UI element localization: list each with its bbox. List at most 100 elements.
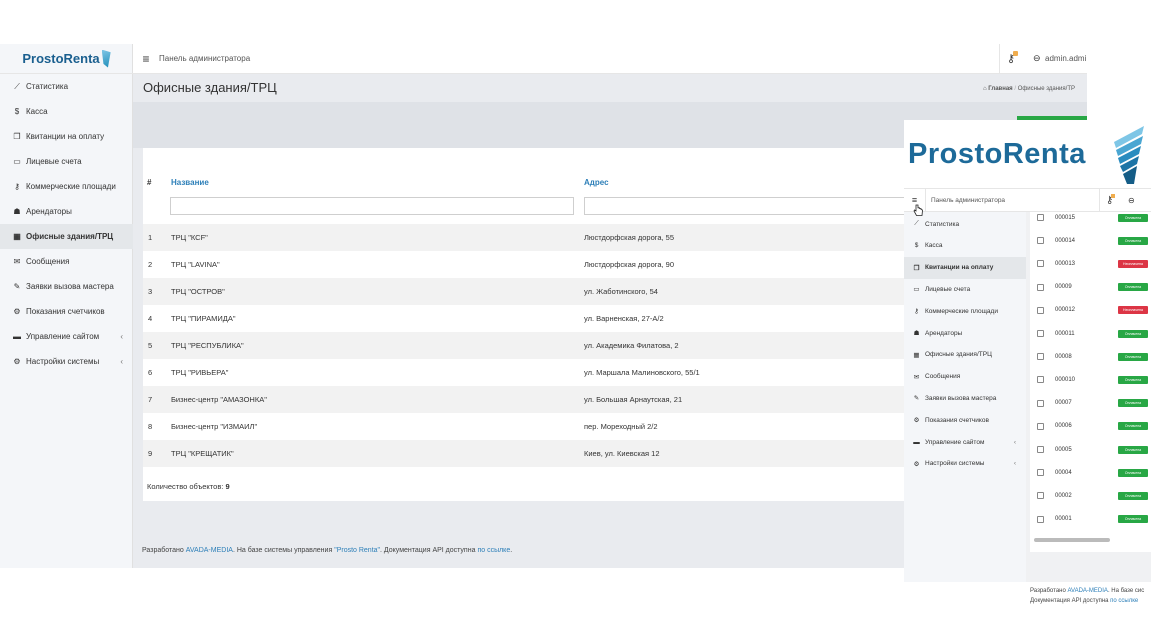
row-checkbox[interactable] <box>1037 399 1044 407</box>
sidebar-item-9[interactable]: ⚙ Показания счетчиков <box>0 299 133 324</box>
sidebar-item-3[interactable]: ▭ Лицевые счета <box>0 149 133 174</box>
sidebar-item-1[interactable]: $ Касса <box>0 99 133 124</box>
receipt-row[interactable]: 000013 Неоплачена <box>1030 252 1151 275</box>
count-label: Количество объектов: <box>147 482 224 491</box>
row-checkbox[interactable] <box>1037 260 1044 268</box>
receipt-row[interactable]: 000014 Оплачена <box>1030 229 1151 252</box>
status-badge: Неоплачена <box>1118 306 1148 315</box>
header-name[interactable]: Название <box>171 178 209 187</box>
receipt-row[interactable]: 000015 Оплачена <box>1030 206 1151 229</box>
row-checkbox[interactable] <box>1037 469 1044 477</box>
users-icon: ☗ <box>13 207 21 216</box>
overlay-sidebar-item-7[interactable]: ✉ Сообщения <box>904 366 1026 388</box>
receipt-row[interactable]: 00005 Оплачена <box>1030 438 1151 461</box>
overlay-topbar-title: Панель администратора <box>931 196 1006 204</box>
logo[interactable]: ProstoRenta <box>0 44 133 74</box>
overlay-user-icon[interactable]: ⊖ <box>1128 196 1135 205</box>
row-checkbox[interactable] <box>1037 353 1044 361</box>
overlay-sidebar-item-10[interactable]: ▬ Управление сайтом ‹ <box>904 431 1026 453</box>
cogs-icon: ⚙ <box>13 357 21 366</box>
sidebar-item-2[interactable]: ❐ Квитанции на оплату <box>0 124 133 149</box>
overlay-sidebar-item-4[interactable]: ⚷ Коммерческие площади <box>904 300 1026 322</box>
menu-toggle-icon[interactable]: ≡ <box>133 52 159 66</box>
sidebar-item-11[interactable]: ⚙ Настройки системы ‹ <box>0 349 133 374</box>
name-filter-input[interactable] <box>170 197 574 215</box>
row-name: ТРЦ "КСF" <box>171 233 208 242</box>
dollar-icon: $ <box>914 242 919 250</box>
row-checkbox[interactable] <box>1037 330 1044 337</box>
row-checkbox[interactable] <box>1037 214 1044 221</box>
row-checkbox[interactable] <box>1037 237 1044 245</box>
row-num: 1 <box>148 233 153 242</box>
overlay-sidebar-item-3[interactable]: ▭ Лицевые счета <box>904 278 1026 300</box>
receipt-row[interactable]: 000011 Оплачена <box>1030 322 1151 345</box>
overlay-sidebar-item-8[interactable]: ✎ Заявки вызова мастера <box>904 387 1026 409</box>
overlay-sidebar-item-9[interactable]: ⚙ Показания счетчиков <box>904 409 1026 431</box>
receipt-row[interactable]: 00002 Оплачена <box>1030 484 1151 507</box>
row-num: 6 <box>148 368 153 377</box>
overlay-sidebar-item-label: Арендаторы <box>925 329 963 337</box>
receipt-row[interactable]: 00008 Оплачена <box>1030 345 1151 368</box>
breadcrumb-current: Офисные здания/ТР <box>1017 86 1075 92</box>
row-checkbox[interactable] <box>1037 422 1044 430</box>
receipt-row[interactable]: 000010 Оплачена <box>1030 368 1151 391</box>
receipt-number: 000013 <box>1055 260 1076 267</box>
receipt-row[interactable]: 00004 Оплачена <box>1030 461 1151 484</box>
overlay-footer: Разработано AVADA-MEDIA. На базе сис Док… <box>1026 582 1151 610</box>
key-icon: ⚷ <box>914 308 919 316</box>
footer-api-link[interactable]: по ссылке <box>477 547 510 554</box>
footer-product-link[interactable]: "Prosto Renta" <box>334 547 380 554</box>
row-num: 7 <box>148 395 153 404</box>
row-name: ТРЦ "ПИРАМИДА" <box>171 314 236 323</box>
overlay-footer-dev-link[interactable]: AVADA-MEDIA <box>1067 588 1107 594</box>
breadcrumb-home[interactable]: Главная <box>988 86 1012 92</box>
overlay-footer-prefix: Разработано <box>1030 588 1066 594</box>
id-card-icon: ▭ <box>13 157 21 166</box>
receipt-row[interactable]: 00006 Оплачена <box>1030 415 1151 438</box>
user-name[interactable]: admin.admi <box>1045 54 1086 63</box>
footer-dev-link[interactable]: AVADA-MEDIA <box>186 547 233 554</box>
overlay-footer-api-link[interactable]: по ссылке <box>1110 598 1138 604</box>
header-num: # <box>147 178 152 187</box>
status-badge: Оплачена <box>1118 445 1148 454</box>
receipt-row[interactable]: 00001 Оплачена <box>1030 508 1151 531</box>
sidebar-item-7[interactable]: ✉ Сообщения <box>0 249 133 274</box>
footer-middle: . На базе системы управления <box>232 547 333 554</box>
overlay-sidebar-item-label: Настройки системы <box>925 460 985 468</box>
overlay-notification-badge <box>1111 194 1115 198</box>
row-checkbox[interactable] <box>1037 492 1044 500</box>
row-checkbox[interactable] <box>1037 283 1044 291</box>
horizontal-scrollbar[interactable] <box>1034 538 1110 542</box>
user-icon[interactable]: ⊖ <box>1033 53 1041 64</box>
sidebar-item-8[interactable]: ✎ Заявки вызова мастера <box>0 274 133 299</box>
sidebar-item-label: Лицевые счета <box>26 157 82 166</box>
receipt-row[interactable]: 00007 Оплачена <box>1030 392 1151 415</box>
overlay-sidebar-item-1[interactable]: $ Касса <box>904 235 1026 257</box>
overlay-sidebar-item-11[interactable]: ⚙ Настройки системы ‹ <box>904 453 1026 475</box>
status-badge: Оплачена <box>1118 236 1148 245</box>
sidebar-item-5[interactable]: ☗ Арендаторы <box>0 199 133 224</box>
row-checkbox[interactable] <box>1037 376 1044 384</box>
overlay-sidebar-item-2[interactable]: ❐ Квитанции на оплату <box>904 256 1026 279</box>
logo-text: ProstoRenta <box>22 51 100 66</box>
receipt-row[interactable]: 000012 Неоплачена <box>1030 299 1151 322</box>
header-address[interactable]: Адрес <box>584 178 609 187</box>
sidebar-item-label: Заявки вызова мастера <box>26 282 114 291</box>
sidebar-item-0[interactable]: ⟋ Статистика <box>0 74 133 99</box>
receipt-row[interactable]: 00009 Оплачена <box>1030 276 1151 299</box>
sidebar-item-10[interactable]: ▬ Управление сайтом ‹ <box>0 324 133 349</box>
row-checkbox[interactable] <box>1037 446 1044 453</box>
row-checkbox[interactable] <box>1037 515 1044 523</box>
overlay-sidebar-item-5[interactable]: ☗ Арендаторы <box>904 322 1026 344</box>
row-name: Бизнес-центр "ИЗМАИЛ" <box>171 422 258 431</box>
row-num: 9 <box>148 449 153 458</box>
row-name: ТРЦ "РИВЬЕРА" <box>171 368 229 377</box>
overlay-sidebar-item-6[interactable]: ▦ Офисные здания/ТРЦ <box>904 344 1026 366</box>
sidebar-item-label: Статистика <box>26 82 69 91</box>
sidebar-item-6[interactable]: ▦ Офисные здания/ТРЦ <box>0 224 133 249</box>
sidebar-item-4[interactable]: ⚷ Коммерческие площади <box>0 174 133 199</box>
overlay-sidebar-item-label: Управление сайтом <box>925 438 985 446</box>
row-address: Киев, ул. Киевская 12 <box>584 449 660 458</box>
receipt-number: 000015 <box>1055 214 1076 221</box>
row-checkbox[interactable] <box>1037 306 1044 314</box>
